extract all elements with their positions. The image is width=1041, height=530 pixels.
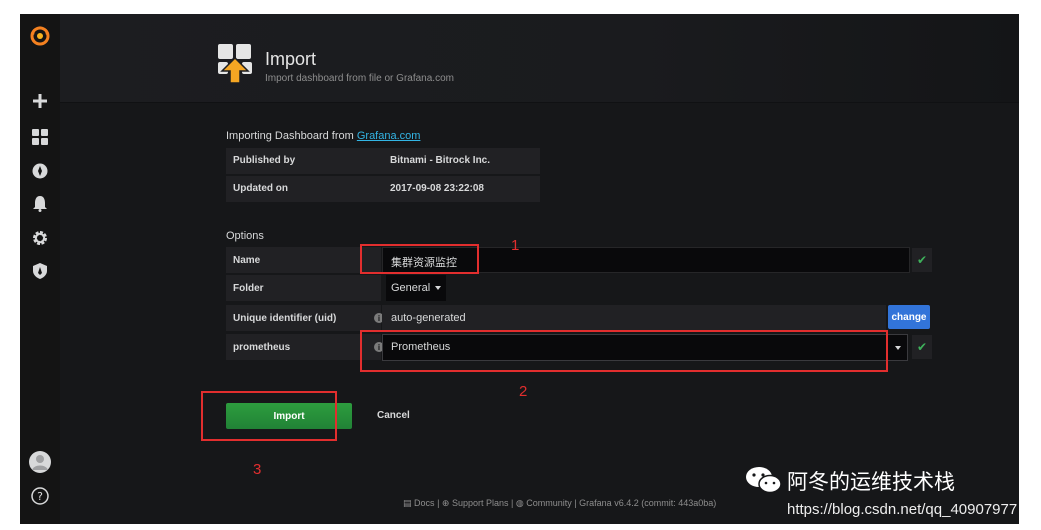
explore-compass-icon[interactable]	[27, 159, 53, 183]
name-label-cell: Name	[226, 247, 381, 273]
watermark-author: 阿冬的运维技术栈	[787, 470, 955, 494]
configuration-gear-icon[interactable]	[27, 226, 53, 250]
import-dashboard-icon	[218, 44, 252, 84]
docs-icon: ▤	[403, 498, 412, 508]
header-text: Import Import dashboard from file or Gra…	[265, 48, 454, 84]
grafana-window: ? Import Import dashboard from file or G…	[20, 14, 1019, 524]
dashboards-icon[interactable]	[27, 125, 53, 149]
community-icon: ◍	[515, 498, 524, 508]
footer-separator: |	[511, 498, 514, 508]
watermark-url: https://blog.csdn.net/qq_40907977	[787, 501, 1018, 518]
updated-on-value: 2017-09-08 23:22:08	[390, 183, 484, 194]
uid-field: auto-generated	[382, 305, 886, 331]
footer-support-link[interactable]: Support Plans	[452, 498, 509, 508]
page-header: Import Import dashboard from file or Gra…	[60, 14, 1019, 103]
change-uid-button[interactable]: change	[888, 305, 930, 329]
published-by-label: Published by	[233, 155, 296, 166]
prometheus-valid-check-icon: ✔	[912, 335, 932, 359]
annotation-number-1: 1	[511, 237, 520, 254]
caret-down-icon	[895, 346, 901, 350]
annotation-box-2	[360, 330, 888, 372]
importing-from-text: Importing Dashboard from Grafana.com	[226, 130, 420, 142]
grafana-logo-icon[interactable]	[27, 23, 53, 47]
footer-docs-link[interactable]: Docs	[414, 498, 435, 508]
folder-label-cell: Folder	[226, 275, 381, 301]
annotation-number-3: 3	[253, 461, 262, 478]
plus-icon[interactable]	[27, 89, 53, 113]
importing-prefix: Importing Dashboard from	[226, 130, 357, 142]
support-icon: ⊕	[441, 498, 450, 508]
folder-value: General	[391, 282, 431, 294]
published-by-row: Published by Bitnami - Bitrock Inc.	[226, 148, 540, 174]
uid-label-cell: Unique identifier (uid) i	[226, 305, 384, 331]
wechat-logo-icon	[744, 465, 784, 495]
folder-label: Folder	[233, 283, 264, 294]
footer: ▤ Docs | ⊕ Support Plans | ◍ Community |…	[403, 498, 716, 509]
page-title: Import	[265, 49, 317, 69]
name-valid-check-icon: ✔	[912, 248, 932, 272]
cancel-button[interactable]: Cancel	[377, 410, 410, 421]
server-admin-shield-icon[interactable]	[27, 259, 53, 283]
main-content: Import Import dashboard from file or Gra…	[60, 14, 1019, 524]
page-subtitle: Import dashboard from file or Grafana.co…	[265, 73, 454, 84]
prometheus-label-cell: prometheus i	[226, 334, 384, 360]
name-label: Name	[233, 255, 261, 266]
prometheus-label: prometheus	[233, 342, 291, 353]
options-title: Options	[226, 230, 264, 242]
footer-version: Grafana v6.4.2 (commit: 443a0ba)	[579, 498, 717, 508]
updated-on-row: Updated on 2017-09-08 23:22:08	[226, 176, 540, 202]
updated-on-label: Updated on	[233, 183, 288, 194]
footer-community-link[interactable]: Community	[526, 498, 572, 508]
alerting-bell-icon[interactable]	[27, 192, 53, 216]
footer-separator: |	[574, 498, 577, 508]
annotation-box-3	[201, 391, 337, 441]
footer-separator: |	[437, 498, 440, 508]
side-menu: ?	[20, 14, 60, 524]
published-by-value: Bitnami - Bitrock Inc.	[390, 155, 491, 166]
uid-label: Unique identifier (uid)	[233, 313, 337, 324]
folder-select[interactable]: General	[386, 275, 446, 301]
svg-text:?: ?	[37, 490, 43, 503]
help-icon[interactable]: ?	[27, 484, 53, 508]
annotation-number-2: 2	[519, 383, 528, 400]
annotation-box-1	[360, 244, 479, 274]
grafana-com-link[interactable]: Grafana.com	[357, 130, 421, 142]
caret-down-icon	[435, 286, 442, 290]
user-avatar-icon[interactable]	[27, 450, 53, 474]
